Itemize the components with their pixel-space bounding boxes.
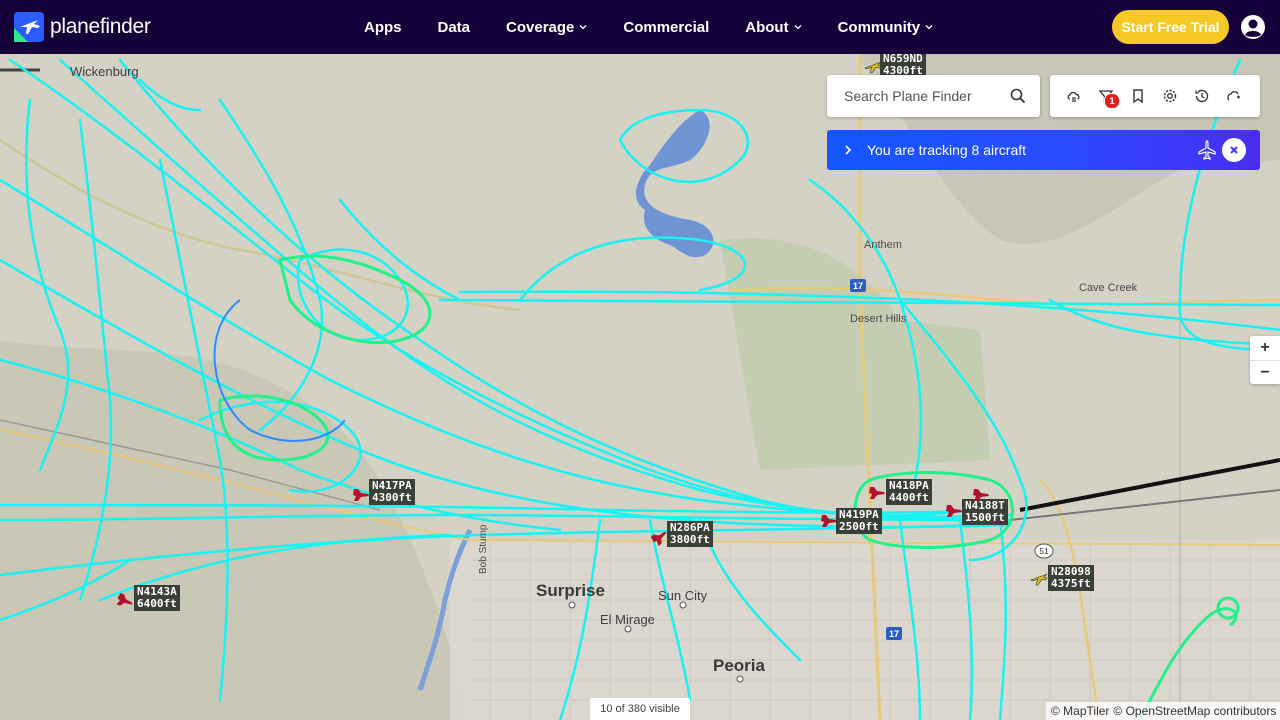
place-anthem: Anthem: [864, 239, 902, 251]
aircraft-label[interactable]: N286PA 3800ft: [667, 521, 713, 547]
nav-commercial[interactable]: Commercial: [623, 19, 709, 36]
highway-shield-51: 51: [1034, 543, 1054, 559]
aircraft-altitude: 4400ft: [889, 491, 929, 504]
nav-data[interactable]: Data: [438, 19, 471, 36]
aircraft-n418pa-icon[interactable]: [868, 484, 886, 502]
place-cave-creek: Cave Creek: [1079, 282, 1138, 294]
bookmark-icon[interactable]: [1130, 88, 1146, 104]
aircraft-altitude: 2500ft: [839, 520, 879, 533]
tracking-banner[interactable]: You are tracking 8 aircraft: [827, 130, 1260, 170]
chevron-right-icon: [845, 145, 852, 155]
close-tracking-button[interactable]: [1222, 138, 1246, 162]
filter-count-badge: 1: [1104, 93, 1120, 109]
svg-text:17: 17: [889, 629, 899, 639]
layers-icon[interactable]: [1226, 88, 1242, 104]
svg-text:17: 17: [853, 281, 863, 291]
logo-mark-icon: [14, 12, 44, 42]
place-wickenburg: Wickenburg: [70, 64, 139, 79]
nav-apps[interactable]: Apps: [364, 19, 402, 36]
aircraft-label[interactable]: N28098 4375ft: [1048, 565, 1094, 591]
aircraft-label[interactable]: N417PA 4300ft: [369, 479, 415, 505]
aircraft-altitude: 3800ft: [670, 533, 710, 546]
place-sun-city: Sun City: [658, 588, 708, 603]
place-el-mirage: El Mirage: [600, 612, 655, 627]
zoom-in-button[interactable]: +: [1250, 336, 1280, 361]
chevron-down-icon: [925, 25, 933, 30]
osm-link[interactable]: © OpenStreetMap contributors: [1113, 704, 1276, 718]
account-icon[interactable]: [1240, 14, 1266, 40]
aircraft-altitude: 4375ft: [1051, 577, 1091, 590]
aircraft-n417pa-icon[interactable]: [352, 486, 370, 504]
place-marker: [568, 601, 576, 609]
top-navbar: planefinder Apps Data Coverage Commercia…: [0, 0, 1280, 54]
aircraft-n4143a-icon[interactable]: [116, 592, 134, 610]
nav-about[interactable]: About: [745, 18, 802, 36]
chevron-down-icon: [579, 25, 587, 30]
aircraft-label[interactable]: N418PA 4400ft: [886, 479, 932, 505]
place-surprise: Surprise: [536, 581, 605, 600]
planefinder-logo[interactable]: planefinder: [14, 12, 151, 42]
search-icon[interactable]: [1010, 88, 1026, 104]
nav-apps-label: Apps: [364, 18, 402, 36]
map-attribution: © MapTiler © OpenStreetMap contributors: [1046, 702, 1280, 720]
zoom-out-button[interactable]: −: [1250, 361, 1280, 385]
highway-shield-i17-south: 17: [886, 627, 902, 640]
maptiler-link[interactable]: © MapTiler: [1051, 704, 1109, 718]
search-box: [827, 75, 1040, 117]
main-nav: Apps Data Coverage Commercial About Comm…: [364, 0, 969, 54]
nav-data-label: Data: [437, 18, 471, 36]
aircraft-n4188t-icon[interactable]: [945, 502, 963, 520]
aircraft-extra-icon[interactable]: [972, 486, 990, 504]
start-free-trial-button[interactable]: Start Free Trial: [1112, 10, 1229, 44]
nav-about-label: About: [745, 18, 789, 36]
nav-commercial-label: Commercial: [623, 18, 710, 36]
brand-name: planefinder: [50, 15, 151, 38]
aircraft-altitude: 6400ft: [137, 597, 177, 610]
place-peoria: Peoria: [713, 656, 765, 675]
nav-coverage[interactable]: Coverage: [506, 19, 587, 36]
search-input[interactable]: [842, 87, 996, 105]
airplane-icon: [1198, 140, 1216, 160]
nav-coverage-label: Coverage: [506, 18, 575, 36]
nav-community-label: Community: [837, 18, 921, 36]
place-bob-stump-road: Bob Stump: [478, 524, 489, 574]
highway-shield-i17-north: 17: [850, 279, 866, 292]
aircraft-n28098-icon[interactable]: [1030, 569, 1048, 587]
close-icon: [1230, 146, 1238, 154]
aircraft-label[interactable]: N4143A 6400ft: [134, 585, 180, 611]
chevron-down-icon: [794, 25, 802, 30]
aircraft-label[interactable]: N419PA 2500ft: [836, 508, 882, 534]
zoom-control: + −: [1250, 336, 1280, 384]
map-toolbar: [1050, 75, 1260, 117]
place-desert-hills: Desert Hills: [850, 313, 907, 325]
weather-icon[interactable]: [1066, 88, 1082, 104]
nav-community[interactable]: Community: [838, 19, 934, 36]
tracking-text: You are tracking 8 aircraft: [867, 142, 1027, 158]
aircraft-altitude: 4300ft: [372, 491, 412, 504]
place-marker: [736, 675, 744, 683]
history-icon[interactable]: [1194, 88, 1210, 104]
visible-count: 10 of 380 visible: [590, 698, 690, 720]
aircraft-altitude: 1500ft: [965, 511, 1005, 524]
svg-text:51: 51: [1040, 547, 1049, 556]
settings-icon[interactable]: [1162, 88, 1178, 104]
